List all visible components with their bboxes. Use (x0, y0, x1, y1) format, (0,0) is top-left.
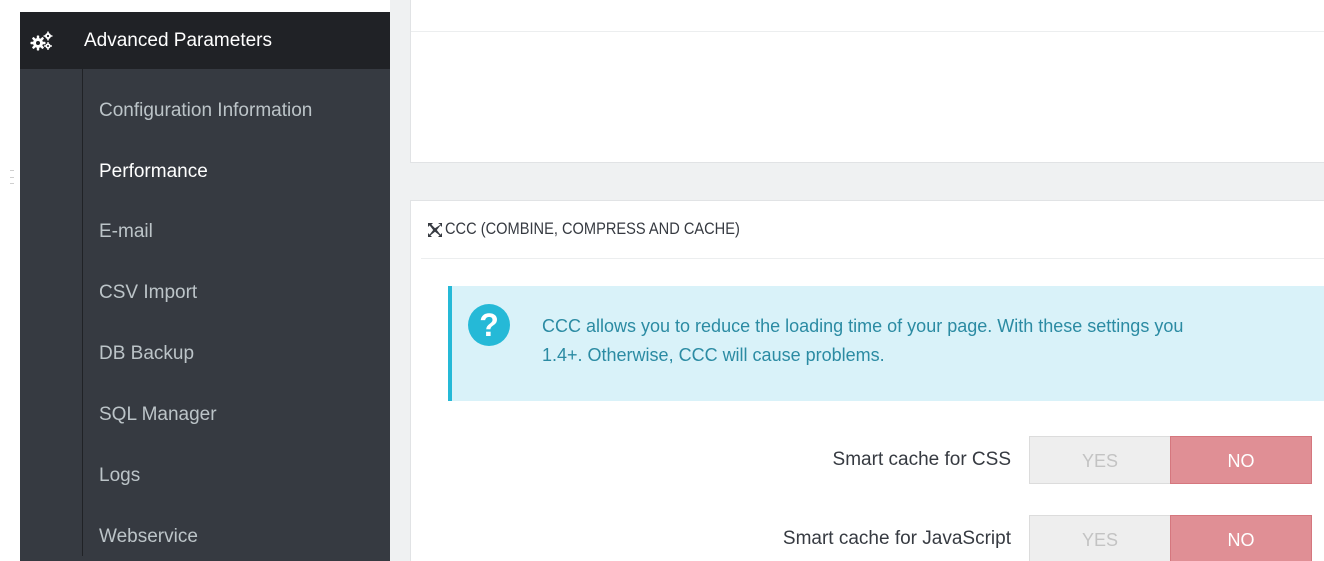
sidebar-header-label: Advanced Parameters (84, 30, 272, 51)
smart-cache-js-yes-option[interactable]: YES (1029, 515, 1170, 561)
form-row-smart-cache-css: Smart cache for CSS YES NO (411, 436, 1324, 484)
previous-panel (410, 0, 1324, 163)
sidebar-item-db-backup[interactable]: DB Backup (99, 339, 194, 369)
panel-title: CCC (COMBINE, COMPRESS AND CACHE) (445, 219, 740, 238)
alert-line-1: CCC allows you to reduce the loading tim… (542, 316, 1184, 336)
submenu: Configuration Information Performance E-… (82, 69, 390, 556)
sidebar: Advanced Parameters Configuration Inform… (20, 12, 390, 561)
smart-cache-js-no-option[interactable]: NO (1170, 515, 1312, 561)
smart-cache-css-no-option[interactable]: NO (1170, 436, 1312, 484)
sidebar-item-email[interactable]: E-mail (99, 217, 153, 247)
ccc-panel: CCC (COMBINE, COMPRESS AND CACHE) ? CCC … (410, 200, 1324, 561)
panel-heading: CCC (COMBINE, COMPRESS AND CACHE) (421, 201, 1324, 259)
sidebar-item-webservice[interactable]: Webservice (99, 522, 198, 552)
cogs-icon (30, 12, 54, 69)
arrows-compress-icon (427, 222, 443, 243)
info-alert: ? CCC allows you to reduce the loading t… (448, 286, 1324, 401)
main-content: CCC (COMBINE, COMPRESS AND CACHE) ? CCC … (390, 0, 1324, 561)
form-row-smart-cache-js: Smart cache for JavaScript YES NO (411, 515, 1324, 561)
smart-cache-js-label: Smart cache for JavaScript (782, 528, 1011, 549)
smart-cache-css-label: Smart cache for CSS (832, 449, 1011, 470)
sidebar-item-performance[interactable]: Performance (99, 157, 208, 187)
sidebar-item-advanced-parameters[interactable]: Advanced Parameters (20, 12, 390, 69)
panel-divider (411, 31, 1324, 32)
sidebar-item-csv-import[interactable]: CSV Import (99, 278, 197, 308)
smart-cache-css-yes-option[interactable]: YES (1029, 436, 1170, 484)
alert-text: CCC allows you to reduce the loading tim… (542, 312, 1324, 370)
resize-handle[interactable] (10, 170, 14, 184)
sidebar-gutter (0, 0, 20, 561)
smart-cache-css-switch[interactable]: YES NO (1029, 436, 1312, 484)
alert-line-2: 1.4+. Otherwise, CCC will cause problems… (542, 345, 885, 365)
smart-cache-js-switch[interactable]: YES NO (1029, 515, 1312, 561)
sidebar-item-logs[interactable]: Logs (99, 461, 140, 491)
sidebar-item-sql-manager[interactable]: SQL Manager (99, 400, 217, 430)
sidebar-item-configuration-information[interactable]: Configuration Information (99, 96, 312, 126)
question-circle-icon: ? (468, 304, 510, 346)
